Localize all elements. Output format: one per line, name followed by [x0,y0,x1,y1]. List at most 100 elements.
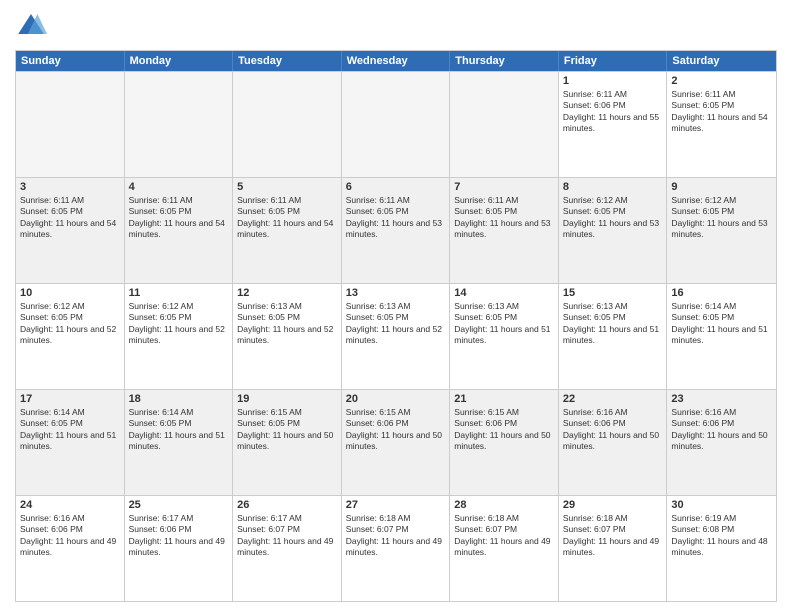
day-number: 19 [237,393,337,405]
day-number: 1 [563,75,663,87]
calendar-cell: 16Sunrise: 6:14 AMSunset: 6:05 PMDayligh… [667,284,776,389]
cell-info: Sunrise: 6:13 AMSunset: 6:05 PMDaylight:… [454,301,554,347]
day-number: 8 [563,181,663,193]
calendar-cell: 11 Sunrise: 6:12 AMSunset: 6:05 PMDayligh… [125,284,234,389]
day-number: 28 [454,499,554,511]
calendar: SundayMondayTuesdayWednesdayThursdayFrid… [15,50,777,602]
calendar-cell: 17 Sunrise: 6:14 AMSunset: 6:05 PMDayligh… [16,390,125,495]
day-number: 4 [129,181,229,193]
day-number: 6 [346,181,446,193]
page: SundayMondayTuesdayWednesdayThursdayFrid… [0,0,792,612]
day-number: 2 [671,75,772,87]
calendar-cell: 25Sunrise: 6:17 AMSunset: 6:06 PMDayligh… [125,496,234,601]
calendar-cell: 8 Sunrise: 6:12 AMSunset: 6:05 PMDaylight… [559,178,668,283]
cell-info: Sunrise: 6:18 AMSunset: 6:07 PMDaylight:… [454,513,554,559]
day-number: 12 [237,287,337,299]
calendar-cell: 14 Sunrise: 6:13 AMSunset: 6:05 PMDayligh… [450,284,559,389]
cell-info: Sunrise: 6:12 AMSunset: 6:05 PMDaylight:… [129,301,229,347]
calendar-cell: 1Sunrise: 6:11 AMSunset: 6:06 PMDaylight… [559,72,668,177]
calendar-cell: 18 Sunrise: 6:14 AMSunset: 6:05 PMDayligh… [125,390,234,495]
cell-info: Sunrise: 6:17 AMSunset: 6:07 PMDaylight:… [237,513,337,559]
header-cell-monday: Monday [125,51,234,71]
calendar-cell: 30 Sunrise: 6:19 AMSunset: 6:08 PMDayligh… [667,496,776,601]
day-number: 14 [454,287,554,299]
day-number: 22 [563,393,663,405]
cell-info: Sunrise: 6:16 AMSunset: 6:06 PMDaylight:… [671,407,772,453]
header-cell-wednesday: Wednesday [342,51,451,71]
calendar-cell: 27Sunrise: 6:18 AMSunset: 6:07 PMDayligh… [342,496,451,601]
calendar-row-3: 10Sunrise: 6:12 AMSunset: 6:05 PMDayligh… [16,283,776,389]
day-number: 26 [237,499,337,511]
day-number: 15 [563,287,663,299]
cell-info: Sunrise: 6:16 AMSunset: 6:06 PMDaylight:… [20,513,120,559]
cell-info: Sunrise: 6:12 AMSunset: 6:05 PMDaylight:… [671,195,772,241]
header-cell-thursday: Thursday [450,51,559,71]
calendar-cell: 13 Sunrise: 6:13 AMSunset: 6:05 PMDayligh… [342,284,451,389]
calendar-header: SundayMondayTuesdayWednesdayThursdayFrid… [16,51,776,71]
day-number: 11 [129,287,229,299]
calendar-body: 1Sunrise: 6:11 AMSunset: 6:06 PMDaylight… [16,71,776,601]
cell-info: Sunrise: 6:15 AMSunset: 6:06 PMDaylight:… [346,407,446,453]
header [15,10,777,42]
day-number: 13 [346,287,446,299]
calendar-cell: 22 Sunrise: 6:16 AMSunset: 6:06 PMDayligh… [559,390,668,495]
calendar-cell: 3 Sunrise: 6:11 AMSunset: 6:05 PMDaylight… [16,178,125,283]
cell-info: Sunrise: 6:13 AMSunset: 6:05 PMDaylight:… [346,301,446,347]
calendar-cell: 12 Sunrise: 6:13 AMSunset: 6:05 PMDayligh… [233,284,342,389]
calendar-cell: 9Sunrise: 6:12 AMSunset: 6:05 PMDaylight… [667,178,776,283]
cell-info: Sunrise: 6:18 AMSunset: 6:07 PMDaylight:… [346,513,446,559]
calendar-cell: 26 Sunrise: 6:17 AMSunset: 6:07 PMDayligh… [233,496,342,601]
calendar-row-2: 3 Sunrise: 6:11 AMSunset: 6:05 PMDaylight… [16,177,776,283]
calendar-cell: 7Sunrise: 6:11 AMSunset: 6:05 PMDaylight… [450,178,559,283]
calendar-cell [450,72,559,177]
day-number: 25 [129,499,229,511]
calendar-row-5: 24 Sunrise: 6:16 AMSunset: 6:06 PMDayligh… [16,495,776,601]
calendar-cell: 21 Sunrise: 6:15 AMSunset: 6:06 PMDayligh… [450,390,559,495]
calendar-cell: 19Sunrise: 6:15 AMSunset: 6:05 PMDayligh… [233,390,342,495]
calendar-cell: 10Sunrise: 6:12 AMSunset: 6:05 PMDayligh… [16,284,125,389]
cell-info: Sunrise: 6:11 AMSunset: 6:05 PMDaylight:… [20,195,120,241]
cell-info: Sunrise: 6:12 AMSunset: 6:05 PMDaylight:… [20,301,120,347]
cell-info: Sunrise: 6:11 AMSunset: 6:05 PMDaylight:… [671,89,772,135]
cell-info: Sunrise: 6:16 AMSunset: 6:06 PMDaylight:… [563,407,663,453]
cell-info: Sunrise: 6:11 AMSunset: 6:05 PMDaylight:… [237,195,337,241]
cell-info: Sunrise: 6:11 AMSunset: 6:05 PMDaylight:… [346,195,446,241]
calendar-cell: 28 Sunrise: 6:18 AMSunset: 6:07 PMDayligh… [450,496,559,601]
day-number: 24 [20,499,120,511]
logo-icon [15,10,47,42]
header-cell-friday: Friday [559,51,668,71]
day-number: 20 [346,393,446,405]
cell-info: Sunrise: 6:11 AMSunset: 6:05 PMDaylight:… [129,195,229,241]
calendar-cell: 23 Sunrise: 6:16 AMSunset: 6:06 PMDayligh… [667,390,776,495]
day-number: 30 [671,499,772,511]
cell-info: Sunrise: 6:12 AMSunset: 6:05 PMDaylight:… [563,195,663,241]
header-cell-sunday: Sunday [16,51,125,71]
cell-info: Sunrise: 6:14 AMSunset: 6:05 PMDaylight:… [129,407,229,453]
day-number: 21 [454,393,554,405]
logo [15,10,51,42]
calendar-cell: 6 Sunrise: 6:11 AMSunset: 6:05 PMDaylight… [342,178,451,283]
calendar-cell [342,72,451,177]
header-cell-tuesday: Tuesday [233,51,342,71]
calendar-cell: 15Sunrise: 6:13 AMSunset: 6:05 PMDayligh… [559,284,668,389]
day-number: 23 [671,393,772,405]
day-number: 5 [237,181,337,193]
cell-info: Sunrise: 6:15 AMSunset: 6:06 PMDaylight:… [454,407,554,453]
day-number: 29 [563,499,663,511]
calendar-cell: 20 Sunrise: 6:15 AMSunset: 6:06 PMDayligh… [342,390,451,495]
calendar-cell [16,72,125,177]
header-cell-saturday: Saturday [667,51,776,71]
cell-info: Sunrise: 6:14 AMSunset: 6:05 PMDaylight:… [20,407,120,453]
calendar-row-1: 1Sunrise: 6:11 AMSunset: 6:06 PMDaylight… [16,71,776,177]
cell-info: Sunrise: 6:13 AMSunset: 6:05 PMDaylight:… [237,301,337,347]
day-number: 17 [20,393,120,405]
cell-info: Sunrise: 6:19 AMSunset: 6:08 PMDaylight:… [671,513,772,559]
cell-info: Sunrise: 6:18 AMSunset: 6:07 PMDaylight:… [563,513,663,559]
day-number: 18 [129,393,229,405]
calendar-cell: 4 Sunrise: 6:11 AMSunset: 6:05 PMDaylight… [125,178,234,283]
calendar-cell: 2 Sunrise: 6:11 AMSunset: 6:05 PMDaylight… [667,72,776,177]
day-number: 3 [20,181,120,193]
calendar-cell [233,72,342,177]
calendar-cell: 29 Sunrise: 6:18 AMSunset: 6:07 PMDayligh… [559,496,668,601]
day-number: 16 [671,287,772,299]
